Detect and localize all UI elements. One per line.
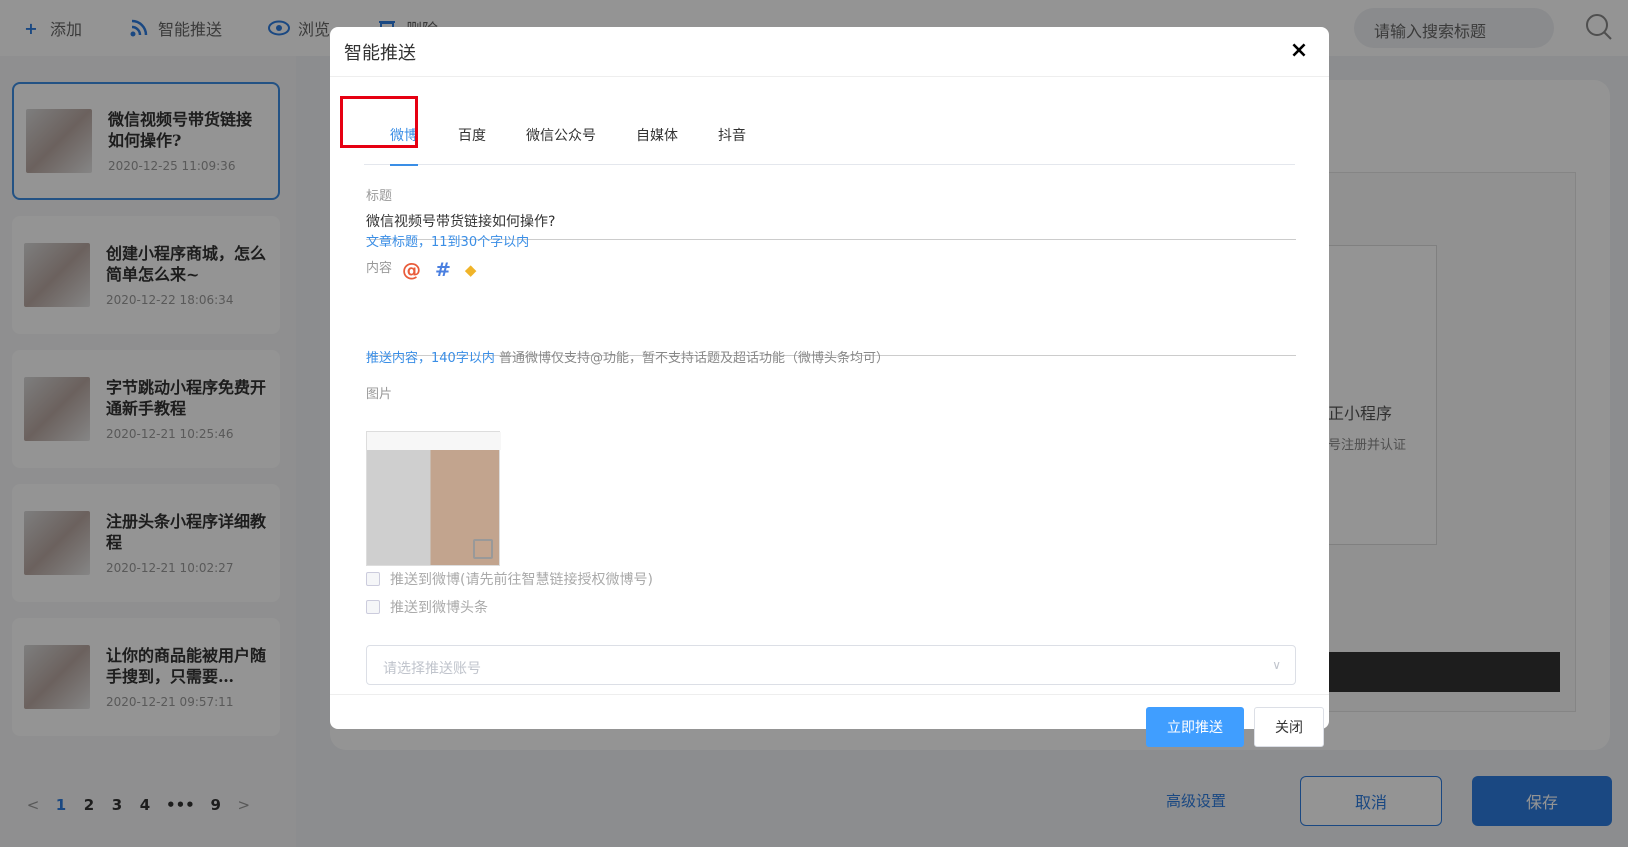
checkbox-label: 推送到微博(请先前往智慧链接授权微博号) bbox=[390, 572, 653, 588]
highlight-box bbox=[340, 96, 418, 148]
title-label: 标题 bbox=[366, 189, 393, 204]
content-hint-limit: 推送内容，140字以内 bbox=[366, 351, 495, 366]
smart-push-dialog: 智能推送 × 微博 百度 微信公众号 自媒体 抖音 标题 微信视频号带货链接如何… bbox=[330, 27, 1329, 747]
account-select-placeholder: 请选择推送账号 bbox=[383, 661, 481, 677]
checkbox-box[interactable] bbox=[366, 572, 380, 586]
diamond-icon[interactable]: ◆ bbox=[465, 261, 477, 279]
push-now-button[interactable]: 立即推送 bbox=[1146, 707, 1244, 747]
tab-baidu[interactable]: 百度 bbox=[458, 105, 486, 165]
close-button[interactable]: 关闭 bbox=[1254, 707, 1324, 747]
checkbox-label: 推送到微博头条 bbox=[390, 600, 488, 616]
hashtag-icon[interactable]: # bbox=[435, 259, 451, 281]
dialog-footer-divider bbox=[330, 694, 1329, 695]
tab-douyin[interactable]: 抖音 bbox=[718, 105, 746, 165]
title-hint: 文章标题，11到30个字以内 bbox=[366, 235, 530, 250]
image-top-strip bbox=[367, 432, 501, 450]
dialog-title: 智能推送 bbox=[344, 42, 416, 64]
image-thumbnail[interactable] bbox=[366, 431, 501, 566]
content-hint-text: 普通微博仅支持@功能，暂不支持话题及超话功能（微博头条均可） bbox=[498, 351, 889, 366]
trash-icon[interactable] bbox=[473, 539, 493, 559]
at-icon[interactable]: @ bbox=[402, 259, 421, 281]
tab-wechat-official[interactable]: 微信公众号 bbox=[526, 105, 596, 165]
content-tools: @ # ◆ bbox=[402, 259, 490, 281]
dialog-header: 智能推送 × bbox=[330, 27, 1329, 77]
checkbox-box[interactable] bbox=[366, 600, 380, 614]
platform-tabs: 微博 百度 微信公众号 自媒体 抖音 bbox=[364, 105, 1295, 166]
content-label: 内容 bbox=[366, 261, 393, 276]
account-select[interactable]: 请选择推送账号 ∨ bbox=[366, 645, 1296, 685]
tab-self-media[interactable]: 自媒体 bbox=[636, 105, 678, 165]
image-label: 图片 bbox=[366, 387, 393, 402]
chevron-down-icon: ∨ bbox=[1272, 658, 1281, 672]
content-textarea[interactable] bbox=[366, 283, 1296, 356]
push-weibo-checkbox[interactable]: 推送到微博(请先前往智慧链接授权微博号) bbox=[366, 569, 653, 589]
content-hint: 推送内容，140字以内 普通微博仅支持@功能，暂不支持话题及超话功能（微博头条均… bbox=[366, 347, 889, 366]
push-weibo-headline-checkbox[interactable]: 推送到微博头条 bbox=[366, 597, 488, 617]
close-icon[interactable]: × bbox=[1289, 40, 1309, 62]
